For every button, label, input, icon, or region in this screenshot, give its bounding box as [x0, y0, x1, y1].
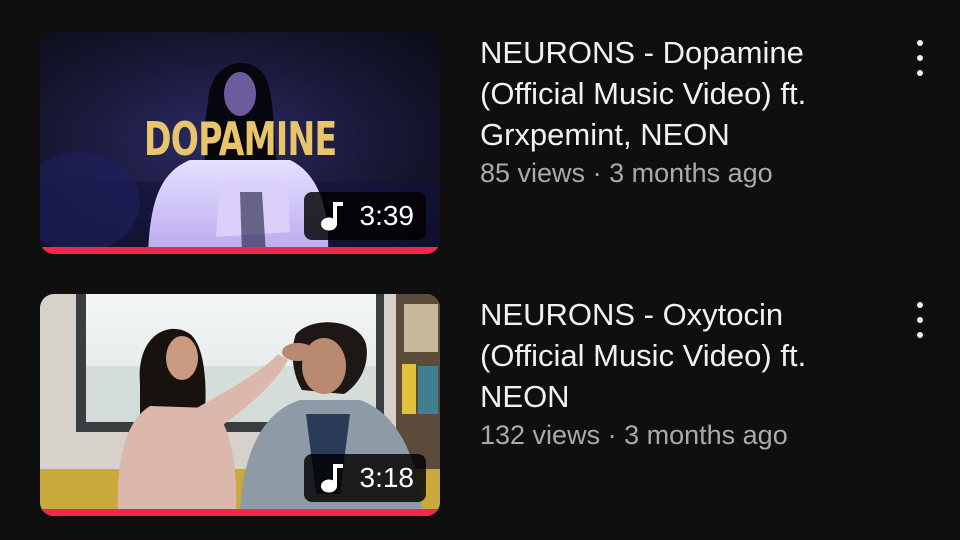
video-title[interactable]: NEURONS - Dopamine (Official Music Video…	[480, 32, 880, 155]
thumbnail-title-text: DOPAMINE	[144, 112, 337, 166]
watch-progress-bar	[40, 509, 440, 516]
music-note-icon	[320, 464, 343, 493]
menu-dot	[917, 55, 923, 61]
video-stats: 85 views · 3 months ago	[480, 155, 880, 191]
video-thumbnail[interactable]: DOPAMINE 3:39	[40, 32, 440, 254]
upload-age: 3 months ago	[624, 420, 788, 450]
separator: ·	[607, 420, 617, 450]
duration-text: 3:39	[359, 200, 415, 231]
menu-dot	[917, 70, 923, 76]
duration-badge: 3:39	[303, 192, 426, 240]
video-list: DOPAMINE 3:39 NEURONS - Dopamine (Offici…	[0, 0, 960, 540]
separator: ·	[592, 158, 602, 188]
video-item-dopamine[interactable]: DOPAMINE 3:39 NEURONS - Dopamine (Offici…	[0, 32, 960, 256]
view-count: 132 views	[480, 420, 601, 450]
duration-text: 3:18	[359, 462, 415, 493]
menu-dot	[917, 317, 923, 323]
more-vert-icon[interactable]	[908, 40, 932, 76]
video-meta: NEURONS - Oxytocin (Official Music Video…	[480, 294, 880, 453]
watch-progress-fill	[40, 509, 440, 516]
view-count: 85 views	[480, 158, 586, 188]
upload-age: 3 months ago	[609, 158, 773, 188]
video-item-oxytocin[interactable]: 3:18 NEURONS - Oxytocin (Official Music …	[0, 294, 960, 518]
video-meta: NEURONS - Dopamine (Official Music Video…	[480, 32, 880, 191]
video-thumbnail[interactable]: 3:18	[40, 294, 440, 516]
menu-dot	[917, 332, 923, 338]
menu-dot	[917, 302, 923, 308]
more-vert-icon[interactable]	[908, 302, 932, 338]
duration-badge: 3:18	[303, 454, 426, 502]
watch-progress-fill	[40, 247, 440, 254]
music-note-icon	[320, 202, 343, 231]
video-stats: 132 views · 3 months ago	[480, 417, 880, 453]
video-title[interactable]: NEURONS - Oxytocin (Official Music Video…	[480, 294, 880, 417]
watch-progress-bar	[40, 247, 440, 254]
menu-dot	[917, 40, 923, 46]
